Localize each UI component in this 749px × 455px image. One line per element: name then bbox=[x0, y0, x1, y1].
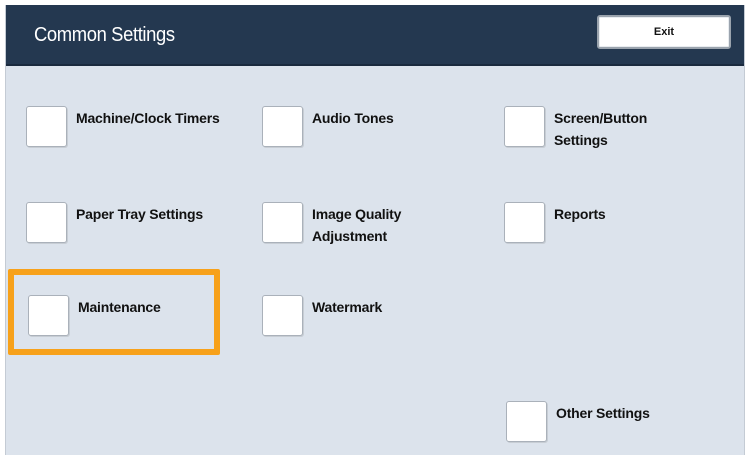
option-box bbox=[262, 295, 303, 336]
option-label: Image Quality Adjustment bbox=[312, 206, 402, 244]
option-label: Audio Tones bbox=[312, 110, 394, 126]
option-box bbox=[262, 202, 303, 243]
option-label: Watermark bbox=[312, 299, 383, 315]
option-label: Reports bbox=[554, 206, 606, 222]
option-box bbox=[262, 106, 303, 147]
exit-button[interactable]: Exit bbox=[597, 15, 731, 49]
page-title: Common Settings bbox=[34, 24, 175, 46]
option-box bbox=[28, 295, 69, 336]
option-label: Machine/Clock Timers bbox=[76, 110, 220, 126]
header-bar: Common Settings Exit bbox=[6, 5, 744, 66]
option-label: Paper Tray Settings bbox=[76, 206, 203, 222]
option-box bbox=[504, 202, 545, 243]
option-label: Screen/Button Settings bbox=[554, 110, 648, 148]
option-box bbox=[504, 106, 545, 147]
option-label: Maintenance bbox=[78, 299, 161, 315]
option-box bbox=[506, 401, 547, 442]
option-label: Other Settings bbox=[556, 405, 650, 421]
exit-button-label: Exit bbox=[653, 26, 675, 38]
option-box bbox=[26, 202, 67, 243]
option-box bbox=[26, 106, 67, 147]
